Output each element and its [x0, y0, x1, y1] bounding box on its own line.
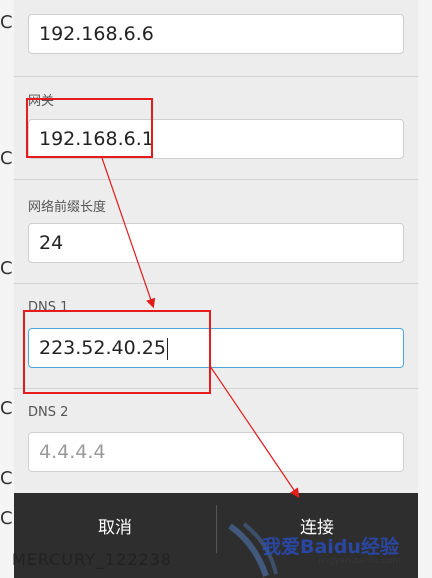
annotation-box-gateway: [26, 98, 153, 158]
static-ip-dialog: 192.168.6.6 网关 192.168.6.1 网络前缀长度 24 DNS…: [14, 0, 418, 578]
background-settings-list-right: [418, 0, 432, 578]
ip-address-field[interactable]: 192.168.6.6: [28, 14, 404, 54]
prefix-length-label: 网络前缀长度: [28, 200, 107, 215]
divider: [14, 76, 418, 77]
dns2-field[interactable]: 4.4.4.4: [28, 432, 404, 472]
dns2-placeholder: 4.4.4.4: [39, 441, 106, 463]
background-network-name: MERCURY_122238: [12, 550, 173, 569]
watermark-text: 我爱Baidu经验: [262, 536, 399, 558]
background-list-fragment: C: [0, 148, 13, 169]
annotation-box-dns1: [23, 310, 211, 394]
divider: [14, 283, 418, 284]
background-list-fragment: C: [0, 508, 13, 529]
dns2-label: DNS 2: [28, 405, 69, 420]
divider: [14, 179, 418, 180]
prefix-length-field[interactable]: 24: [28, 223, 404, 263]
background-list-fragment: C: [0, 258, 13, 279]
background-list-fragment: C: [0, 398, 13, 419]
background-list-fragment: C: [0, 12, 13, 33]
watermark-url: jingyan.baidu.com: [318, 556, 402, 566]
background-settings-list-left: [0, 0, 14, 578]
background-list-fragment: C: [0, 468, 13, 489]
